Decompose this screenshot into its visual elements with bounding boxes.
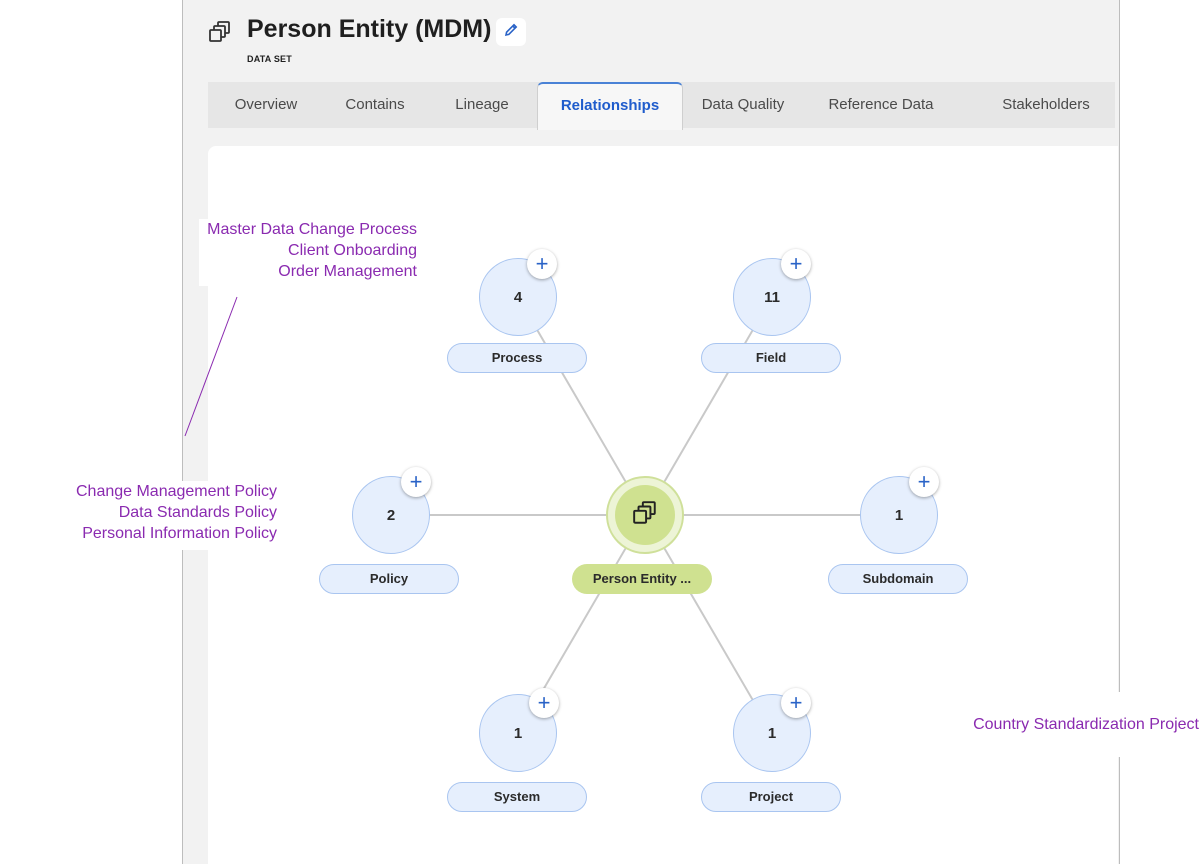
tab-data-quality[interactable]: Data Quality <box>690 82 796 128</box>
node-project-label[interactable]: Project <box>701 782 841 812</box>
tab-overview[interactable]: Overview <box>216 82 316 128</box>
plus-icon[interactable]: + <box>401 467 431 497</box>
entity-stack-icon <box>208 20 232 44</box>
plus-icon[interactable]: + <box>527 249 557 279</box>
tab-reference-data[interactable]: Reference Data <box>806 82 956 128</box>
tab-lineage[interactable]: Lineage <box>440 82 524 128</box>
callout-item: Personal Information Policy <box>82 525 277 542</box>
plus-icon[interactable]: + <box>781 688 811 718</box>
callout-policy-list: Change Management Policy Data Standards … <box>71 481 279 550</box>
node-field-label[interactable]: Field <box>701 343 841 373</box>
callout-item: Country Standardization Project <box>973 716 1199 733</box>
callout-item: Data Standards Policy <box>118 504 277 521</box>
center-node[interactable] <box>606 476 684 554</box>
callout-project-list: Country Standardization Project <box>965 692 1201 757</box>
node-system-label[interactable]: System <box>447 782 587 812</box>
callout-item: Order Management <box>278 263 417 280</box>
page-title: Person Entity (MDM) <box>247 15 492 43</box>
tab-contains[interactable]: Contains <box>330 82 420 128</box>
node-subdomain-label[interactable]: Subdomain <box>828 564 968 594</box>
node-policy-label[interactable]: Policy <box>319 564 459 594</box>
callout-item: Client Onboarding <box>288 242 417 259</box>
tab-relationships[interactable]: Relationships <box>537 82 683 130</box>
entity-type-label: DATA SET <box>247 54 292 64</box>
center-node-label[interactable]: Person Entity ... <box>572 564 712 594</box>
plus-icon[interactable]: + <box>529 688 559 718</box>
pencil-icon <box>503 22 519 43</box>
plus-icon[interactable]: + <box>909 467 939 497</box>
callout-item: Change Management Policy <box>75 483 277 500</box>
tab-stakeholders[interactable]: Stakeholders <box>984 82 1108 128</box>
callout-item: Master Data Change Process <box>207 221 417 238</box>
center-node-inner <box>615 485 675 545</box>
entity-stack-icon <box>632 500 658 531</box>
edit-title-button[interactable] <box>496 18 526 46</box>
plus-icon[interactable]: + <box>781 249 811 279</box>
node-process-label[interactable]: Process <box>447 343 587 373</box>
callout-process-list: Master Data Change Process Client Onboar… <box>199 219 419 286</box>
